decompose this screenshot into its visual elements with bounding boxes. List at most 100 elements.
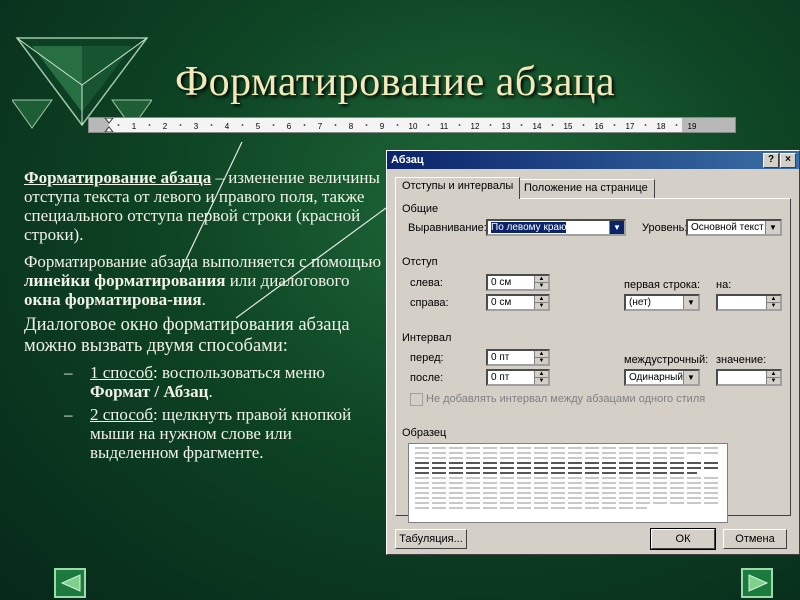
definition-paragraph: Форматирование абзаца – изменение величи… bbox=[24, 168, 384, 244]
tabs-button[interactable]: Табуляция... bbox=[395, 529, 467, 549]
bullet-text-a: : воспользоваться меню bbox=[153, 363, 325, 382]
ruler-number: 11 bbox=[440, 122, 449, 131]
ruler-number: 6 bbox=[287, 122, 292, 131]
spacing-before-value: 0 пт bbox=[491, 352, 510, 363]
ruler-number: 10 bbox=[409, 122, 418, 131]
chevron-down-icon[interactable]: ▼ bbox=[683, 296, 698, 309]
ruler-tick bbox=[520, 124, 523, 126]
spinner-arrows-icon[interactable]: ▲ ▼ bbox=[766, 371, 780, 384]
bullet-dash: – bbox=[64, 363, 73, 382]
ruler-tick bbox=[272, 124, 275, 126]
indent-left-value: 0 см bbox=[491, 277, 512, 288]
level-label: Уровень: bbox=[642, 222, 688, 234]
ruler-number: 18 bbox=[657, 122, 666, 131]
tab-indents-spacing[interactable]: Отступы и интервалы bbox=[395, 177, 521, 199]
ruler-tick bbox=[241, 124, 244, 126]
chevron-down-icon[interactable]: ▼ bbox=[683, 371, 698, 384]
at-spinner[interactable]: ▲ ▼ bbox=[716, 369, 782, 386]
paragraph-dialog: Абзац ? × Отступы и интервалы Положение … bbox=[386, 150, 800, 555]
help-button[interactable]: ? bbox=[763, 153, 779, 168]
indent-right-spinner[interactable]: 0 см ▲ ▼ bbox=[486, 294, 550, 311]
ruler-number: 17 bbox=[626, 122, 635, 131]
level-select[interactable]: Основной текст ▼ bbox=[686, 219, 782, 236]
dialog-title: Абзац bbox=[391, 154, 424, 166]
ruler-tick bbox=[613, 124, 616, 126]
slide-title: Форматирование абзаца bbox=[175, 59, 616, 105]
chevron-down-icon[interactable]: ▼ bbox=[765, 221, 780, 234]
next-slide-button[interactable] bbox=[741, 568, 773, 598]
spinner-arrows-icon[interactable]: ▲ ▼ bbox=[534, 351, 548, 364]
spinner-arrows-icon[interactable]: ▲ ▼ bbox=[766, 296, 780, 309]
methods-paragraph: Диалоговое окно форматирования абзаца мо… bbox=[24, 315, 350, 356]
ruler-number: 1 bbox=[132, 122, 137, 131]
no-space-label: Не добавлять интервал между абзацами одн… bbox=[426, 393, 706, 405]
ruler-tick bbox=[210, 124, 213, 126]
ruler-scale: 1 2 3 4 5 6 7 8 9 10 11 12 13 14 15 16 17 18 19 bbox=[89, 118, 735, 132]
alignment-value: По левому краю bbox=[491, 222, 567, 233]
tab-line-page-breaks[interactable]: Положение на странице bbox=[517, 179, 655, 198]
p2-window-term: окна форматирова-ния bbox=[24, 290, 202, 309]
alignment-label: Выравнивание: bbox=[408, 222, 487, 234]
first-line-label: первая строка: bbox=[624, 279, 701, 291]
close-button[interactable]: × bbox=[780, 153, 796, 168]
p2-text-a: Форматирование абзаца выполняется с помо… bbox=[24, 252, 382, 271]
formatting-ruler[interactable]: 1 2 3 4 5 6 7 8 9 10 11 12 13 14 15 16 17 18 19 bbox=[88, 117, 736, 133]
ruler-tick bbox=[458, 124, 461, 126]
first-line-select[interactable]: (нет) ▼ bbox=[624, 294, 700, 311]
cancel-button[interactable]: Отмена bbox=[723, 529, 787, 549]
spinner-arrows-icon[interactable]: ▲ ▼ bbox=[534, 296, 548, 309]
spacing-before-spinner[interactable]: 0 пт ▲ ▼ bbox=[486, 349, 550, 366]
ruler-tick bbox=[365, 124, 368, 126]
ruler-number: 4 bbox=[225, 122, 230, 131]
ruler-tick bbox=[148, 124, 151, 126]
at-label: значение: bbox=[716, 354, 767, 366]
spacing-after-value: 0 пт bbox=[491, 372, 510, 383]
ruler-tick bbox=[582, 124, 585, 126]
tab-panel: Общие Выравнивание: По левому краю ▼ Уро… bbox=[395, 198, 791, 523]
line-spacing-select[interactable]: Одинарный ▼ bbox=[624, 369, 700, 386]
chevron-down-icon[interactable]: ▼ bbox=[609, 221, 624, 234]
ruler-tick bbox=[427, 124, 430, 126]
triangle-logo bbox=[12, 37, 152, 129]
ruler-tick bbox=[644, 124, 647, 126]
ruler-number: 19 bbox=[688, 122, 697, 131]
ruler-tick bbox=[675, 124, 678, 126]
ruler-tick bbox=[179, 124, 182, 126]
ok-button[interactable]: ОК bbox=[650, 528, 716, 550]
spinner-arrows-icon[interactable]: ▲ ▼ bbox=[534, 371, 548, 384]
sample-preview bbox=[408, 443, 728, 523]
indent-right-label: справа: bbox=[410, 297, 449, 309]
ruler-number: 7 bbox=[318, 122, 323, 131]
slide-body-text: Форматирование абзаца – изменение величи… bbox=[24, 168, 384, 466]
ruler-number: 3 bbox=[194, 122, 199, 131]
ruler-paragraph: Форматирование абзаца выполняется с помо… bbox=[24, 252, 384, 309]
bullet-label: 2 способ bbox=[90, 405, 154, 424]
spacing-after-spinner[interactable]: 0 пт ▲ ▼ bbox=[486, 369, 550, 386]
spinner-arrows-icon[interactable]: ▲ ▼ bbox=[534, 276, 548, 289]
ruler-tick bbox=[489, 124, 492, 126]
p2-text-c: или диалогового bbox=[225, 271, 350, 290]
indent-left-label: слева: bbox=[410, 277, 443, 289]
level-value: Основной текст bbox=[691, 222, 764, 233]
group-general: Общие bbox=[402, 203, 439, 215]
ruler-number: 12 bbox=[471, 122, 480, 131]
ruler-number: 9 bbox=[380, 122, 385, 131]
term-text: Форматирование абзаца bbox=[24, 168, 212, 187]
bullet-text-c: . bbox=[208, 382, 213, 401]
no-space-checkbox[interactable] bbox=[410, 393, 423, 406]
prev-slide-button[interactable] bbox=[54, 568, 86, 598]
spacing-before-label: перед: bbox=[410, 352, 444, 364]
p2-ruler-term: линейки форматирования bbox=[24, 271, 226, 290]
indent-left-spinner[interactable]: 0 см ▲ ▼ bbox=[486, 274, 550, 291]
indent-right-value: 0 см bbox=[491, 297, 512, 308]
ruler-number: 15 bbox=[564, 122, 573, 131]
ruler-tick bbox=[396, 124, 399, 126]
ruler-number: 16 bbox=[595, 122, 604, 131]
bullet-text: 2 способ: щелкнуть правой кнопкой мыши н… bbox=[90, 405, 384, 462]
ruler-left-margin bbox=[89, 118, 109, 132]
alignment-select[interactable]: По левому краю ▼ bbox=[486, 219, 626, 236]
ruler-number: 14 bbox=[533, 122, 542, 131]
dialog-titlebar[interactable]: Абзац ? × bbox=[387, 151, 799, 169]
spacing-after-label: после: bbox=[410, 372, 444, 384]
by-spinner[interactable]: ▲ ▼ bbox=[716, 294, 782, 311]
